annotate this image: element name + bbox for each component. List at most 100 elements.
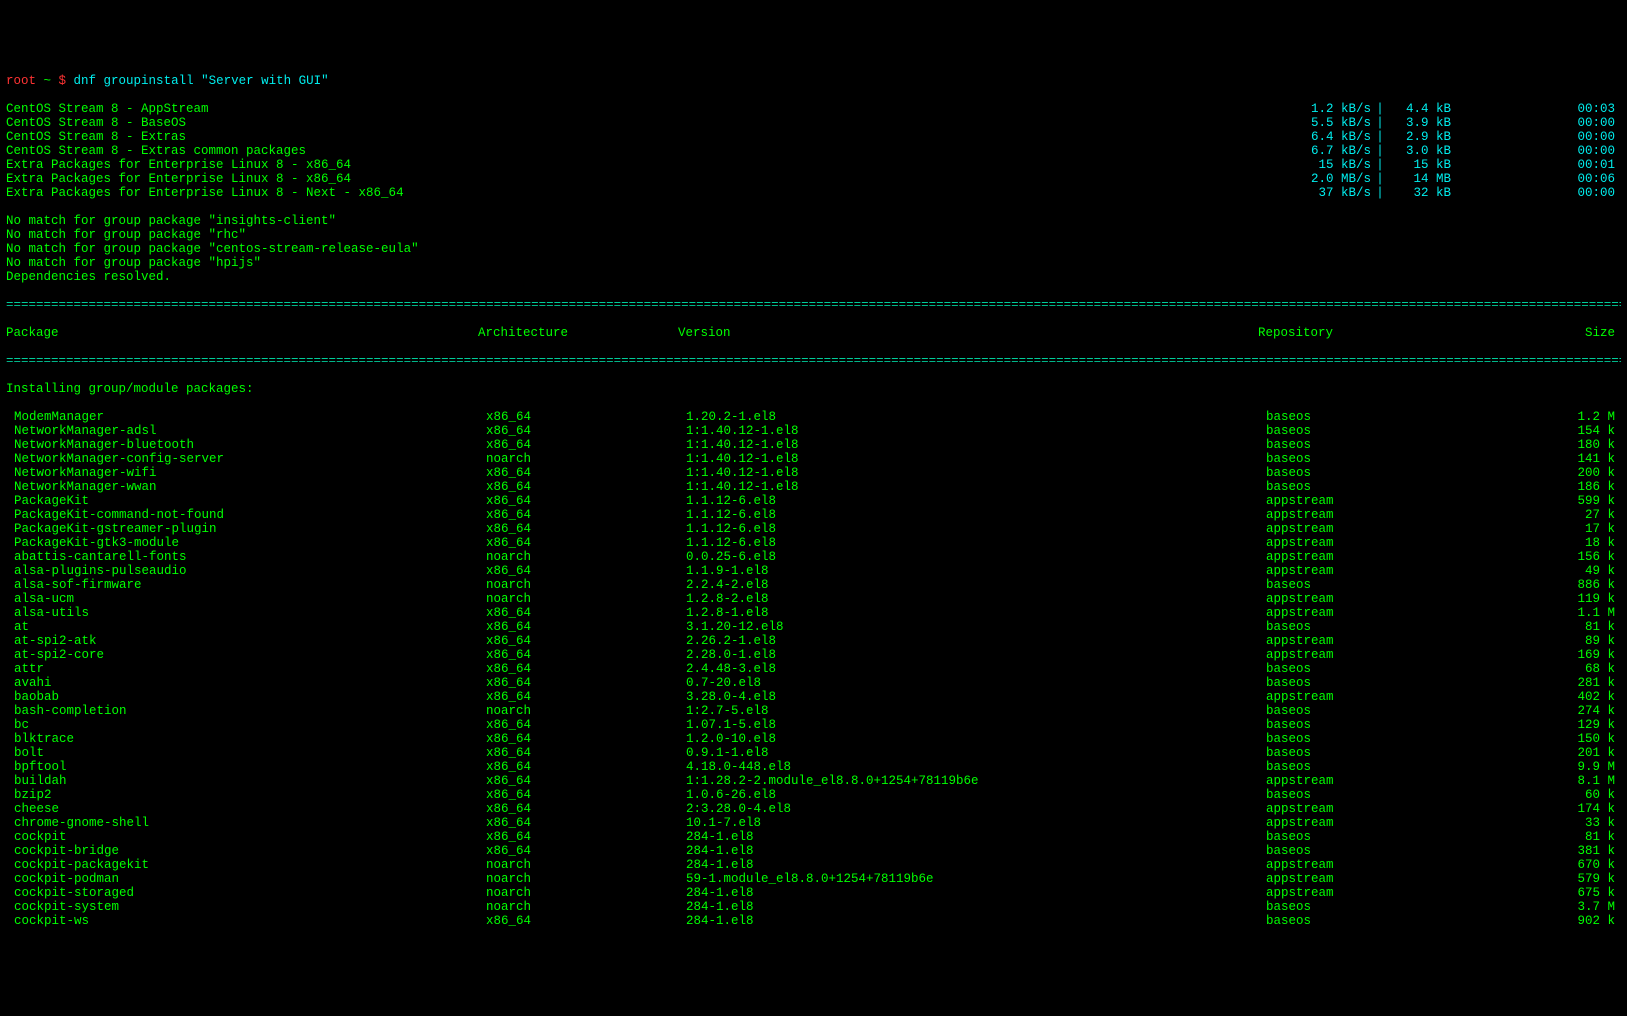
warning-line: No match for group package "centos-strea… xyxy=(6,242,1621,256)
repo-name: CentOS Stream 8 - Extras xyxy=(6,130,1271,144)
pkg-arch: x86_64 xyxy=(486,774,686,788)
repo-size: 3.9 kB xyxy=(1389,116,1451,130)
package-row: buildahx86_641:1.28.2-2.module_el8.8.0+1… xyxy=(6,774,1621,788)
pkg-arch: x86_64 xyxy=(486,816,686,830)
package-row: abattis-cantarell-fontsnoarch0.0.25-6.el… xyxy=(6,550,1621,564)
pkg-name: at-spi2-core xyxy=(6,648,486,662)
pkg-arch: x86_64 xyxy=(486,634,686,648)
repo-speed: 2.0 MB/s xyxy=(1271,172,1371,186)
rule-top: ========================================… xyxy=(6,298,1621,312)
pkg-repo: baseos xyxy=(1266,732,1466,746)
pkg-repo: appstream xyxy=(1266,592,1466,606)
package-row: bzip2x86_641.0.6-26.el8baseos60 k xyxy=(6,788,1621,802)
pkg-version: 2.4.48-3.el8 xyxy=(686,662,1266,676)
package-row: cockpitx86_64284-1.el8baseos81 k xyxy=(6,830,1621,844)
pkg-size: 174 k xyxy=(1466,802,1621,816)
pkg-arch: x86_64 xyxy=(486,746,686,760)
package-row: cockpit-storagednoarch284-1.el8appstream… xyxy=(6,886,1621,900)
pkg-version: 2:3.28.0-4.el8 xyxy=(686,802,1266,816)
pkg-size: 156 k xyxy=(1466,550,1621,564)
repo-sep: | xyxy=(1371,102,1389,116)
repo-time: 00:03 xyxy=(1451,102,1621,116)
pkg-name: NetworkManager-wifi xyxy=(6,466,486,480)
repo-size: 2.9 kB xyxy=(1389,130,1451,144)
pkg-version: 284-1.el8 xyxy=(686,886,1266,900)
pkg-repo: baseos xyxy=(1266,900,1466,914)
pkg-version: 1:1.40.12-1.el8 xyxy=(686,466,1266,480)
pkg-size: 180 k xyxy=(1466,438,1621,452)
pkg-arch: x86_64 xyxy=(486,802,686,816)
pkg-size: 1.1 M xyxy=(1466,606,1621,620)
pkg-name: alsa-utils xyxy=(6,606,486,620)
pkg-name: bzip2 xyxy=(6,788,486,802)
package-row: atx86_643.1.20-12.el8baseos81 k xyxy=(6,620,1621,634)
package-row: boltx86_640.9.1-1.el8baseos201 k xyxy=(6,746,1621,760)
pkg-size: 89 k xyxy=(1466,634,1621,648)
pkg-version: 1:1.40.12-1.el8 xyxy=(686,480,1266,494)
pkg-name: PackageKit-gstreamer-plugin xyxy=(6,522,486,536)
pkg-name: PackageKit xyxy=(6,494,486,508)
pkg-arch: x86_64 xyxy=(486,494,686,508)
pkg-name: PackageKit-gtk3-module xyxy=(6,536,486,550)
package-row: baobabx86_643.28.0-4.el8appstream402 k xyxy=(6,690,1621,704)
package-row: attrx86_642.4.48-3.el8baseos68 k xyxy=(6,662,1621,676)
pkg-arch: x86_64 xyxy=(486,676,686,690)
package-row: cockpit-podmannoarch59-1.module_el8.8.0+… xyxy=(6,872,1621,886)
prompt-sep: ~ xyxy=(36,74,59,88)
repo-sep: | xyxy=(1371,116,1389,130)
pkg-arch: x86_64 xyxy=(486,466,686,480)
pkg-arch: x86_64 xyxy=(486,718,686,732)
package-row: NetworkManager-config-servernoarch1:1.40… xyxy=(6,452,1621,466)
pkg-repo: baseos xyxy=(1266,424,1466,438)
pkg-repo: appstream xyxy=(1266,816,1466,830)
pkg-size: 68 k xyxy=(1466,662,1621,676)
pkg-arch: noarch xyxy=(486,550,686,564)
pkg-size: 119 k xyxy=(1466,592,1621,606)
pkg-size: 281 k xyxy=(1466,676,1621,690)
pkg-repo: baseos xyxy=(1266,914,1466,928)
pkg-size: 60 k xyxy=(1466,788,1621,802)
pkg-repo: baseos xyxy=(1266,578,1466,592)
package-row: PackageKit-command-not-foundx86_641.1.12… xyxy=(6,508,1621,522)
pkg-repo: appstream xyxy=(1266,886,1466,900)
prompt-line[interactable]: root ~ $ dnf groupinstall "Server with G… xyxy=(6,74,1621,88)
pkg-version: 2.28.0-1.el8 xyxy=(686,648,1266,662)
pkg-name: cockpit xyxy=(6,830,486,844)
repo-name: Extra Packages for Enterprise Linux 8 - … xyxy=(6,172,1271,186)
pkg-size: 200 k xyxy=(1466,466,1621,480)
pkg-version: 1.2.8-2.el8 xyxy=(686,592,1266,606)
pkg-size: 186 k xyxy=(1466,480,1621,494)
pkg-repo: baseos xyxy=(1266,466,1466,480)
package-row: NetworkManager-bluetoothx86_641:1.40.12-… xyxy=(6,438,1621,452)
pkg-version: 1:1.28.2-2.module_el8.8.0+1254+78119b6e xyxy=(686,774,1266,788)
pkg-size: 381 k xyxy=(1466,844,1621,858)
pkg-version: 1.1.12-6.el8 xyxy=(686,494,1266,508)
pkg-version: 3.28.0-4.el8 xyxy=(686,690,1266,704)
pkg-arch: x86_64 xyxy=(486,830,686,844)
repo-name: Extra Packages for Enterprise Linux 8 - … xyxy=(6,158,1271,172)
pkg-version: 0.7-20.el8 xyxy=(686,676,1266,690)
pkg-size: 49 k xyxy=(1466,564,1621,578)
section-title: Installing group/module packages: xyxy=(6,382,1621,396)
pkg-arch: x86_64 xyxy=(486,620,686,634)
pkg-repo: appstream xyxy=(1266,774,1466,788)
pkg-version: 284-1.el8 xyxy=(686,844,1266,858)
pkg-repo: baseos xyxy=(1266,746,1466,760)
pkg-version: 1.1.12-6.el8 xyxy=(686,508,1266,522)
package-row: ModemManagerx86_641.20.2-1.el8baseos1.2 … xyxy=(6,410,1621,424)
pkg-arch: x86_64 xyxy=(486,690,686,704)
pkg-arch: x86_64 xyxy=(486,662,686,676)
pkg-version: 1:1.40.12-1.el8 xyxy=(686,452,1266,466)
pkg-repo: appstream xyxy=(1266,550,1466,564)
pkg-arch: x86_64 xyxy=(486,760,686,774)
pkg-arch: noarch xyxy=(486,452,686,466)
pkg-name: NetworkManager-bluetooth xyxy=(6,438,486,452)
header-repo: Repository xyxy=(1258,326,1458,340)
repo-time: 00:00 xyxy=(1451,130,1621,144)
repo-size: 4.4 kB xyxy=(1389,102,1451,116)
package-row: blktracex86_641.2.0-10.el8baseos150 k xyxy=(6,732,1621,746)
pkg-size: 902 k xyxy=(1466,914,1621,928)
pkg-version: 284-1.el8 xyxy=(686,900,1266,914)
pkg-version: 0.0.25-6.el8 xyxy=(686,550,1266,564)
pkg-arch: x86_64 xyxy=(486,844,686,858)
